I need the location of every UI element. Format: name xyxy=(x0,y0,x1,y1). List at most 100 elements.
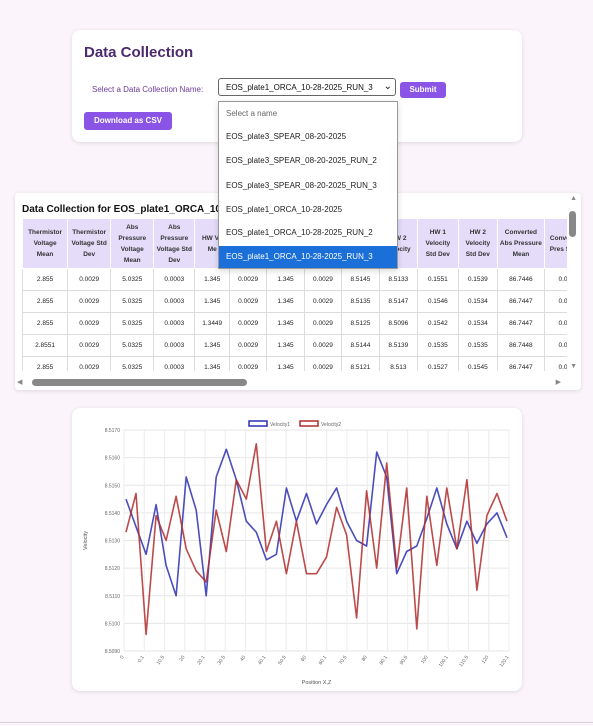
table-cell: 0.0029 xyxy=(304,356,342,371)
table-cell: 2.855 xyxy=(22,290,69,313)
dropdown-option[interactable]: EOS_plate3_SPEAR_08-20-2025_RUN_3 xyxy=(219,175,397,197)
select-value: EOS_plate1_ORCA_10-28-2025_RUN_3 xyxy=(226,83,373,92)
table-cell: 1.345 xyxy=(266,356,306,371)
table-cell: 5.0325 xyxy=(110,312,155,335)
table-cell: 0.1527 xyxy=(416,356,459,371)
download-csv-button[interactable]: Download as CSV xyxy=(84,112,172,130)
column-header: Abs Pressure Voltage Std Dev xyxy=(153,218,196,269)
table-row: 2.855 0.0029 5.0325 0.0003 1.345 0.0029 1.345 0… xyxy=(22,356,567,371)
column-header: Converted Abs Pressure Mean xyxy=(496,218,545,269)
table-cell: 0.0003 xyxy=(153,356,196,371)
dropdown-option[interactable]: Select a name xyxy=(219,103,397,125)
table-cell: 8.513 xyxy=(378,356,418,371)
table-cell: 2.8551 xyxy=(22,334,69,357)
dropdown-option[interactable]: EOS_plate3_SPEAR_08-20-2025 xyxy=(219,126,397,148)
x-tick-label: 20.1 xyxy=(196,655,207,667)
triangle-left-icon[interactable]: ◀ xyxy=(17,378,22,386)
table-cell: 0.0029 xyxy=(229,356,268,371)
table-cell: 0.0 xyxy=(543,312,567,335)
dropdown-option[interactable]: EOS_plate1_ORCA_10-28-2025 xyxy=(219,199,397,221)
table-cell: 8.5096 xyxy=(378,312,418,335)
table-cell: 0.0029 xyxy=(304,290,342,313)
table-cell: 1.345 xyxy=(194,268,231,291)
chart-card: 8.5090 8.5100 8.5110 8.5120 8.5130 8.5140 8.51… xyxy=(72,408,522,691)
y-tick-label: 8.5130 xyxy=(105,539,121,545)
table-cell: 0.0 xyxy=(543,290,567,313)
table-cell: 2.855 xyxy=(22,356,69,371)
x-tick-label: 100.1 xyxy=(438,655,450,669)
table-row: 2.855 0.0029 5.0325 0.0003 1.345 0.0029 1.345 0… xyxy=(22,290,567,313)
x-tick-label: 90.5 xyxy=(399,655,410,667)
x-tick-label: 40.1 xyxy=(257,655,268,667)
y-tick-label: 8.5140 xyxy=(105,511,121,517)
table-cell: 0.0029 xyxy=(67,334,112,357)
y-tick-label: 8.5170 xyxy=(105,428,121,434)
legend-label: Velocity2 xyxy=(321,422,341,428)
table-cell: 0.0029 xyxy=(304,312,342,335)
x-tick-label: 120 xyxy=(481,655,491,665)
table-cell: 0.0 xyxy=(543,356,567,371)
page-divider xyxy=(0,722,593,723)
x-tick-label: 20 xyxy=(178,655,186,663)
horizontal-scrollbar-thumb[interactable] xyxy=(32,379,247,386)
dropdown-option[interactable]: EOS_plate3_SPEAR_08-20-2025_RUN_2 xyxy=(219,150,397,172)
table-cell: 0.0 xyxy=(543,268,567,291)
select-label: Select a Data Collection Name: xyxy=(92,85,204,94)
table-cell: 86.7447 xyxy=(496,312,545,335)
column-header: HW 1 Velocity Std Dev xyxy=(416,218,459,269)
table-cell: 0.0029 xyxy=(229,334,268,357)
table-cell: 0.0029 xyxy=(67,268,112,291)
table-cell: 8.5139 xyxy=(378,334,418,357)
table-cell: 86.7446 xyxy=(496,268,545,291)
table-row: 2.855 0.0029 5.0325 0.0003 1.345 0.0029 1.345 0… xyxy=(22,268,567,291)
table-cell: 0.1535 xyxy=(457,334,498,357)
table-cell: 0.0029 xyxy=(229,290,268,313)
table-cell: 8.5121 xyxy=(340,356,380,371)
column-header: Abs Pressure Voltage Mean xyxy=(110,218,155,269)
page-title: Data Collection xyxy=(84,44,194,61)
legend-label: Velocity1 xyxy=(270,422,290,428)
x-tick-label: 0 xyxy=(119,655,126,661)
x-tick-label: 70.5 xyxy=(338,655,349,667)
triangle-right-icon[interactable]: ▶ xyxy=(556,378,561,386)
table-cell: 0.0029 xyxy=(229,312,268,335)
table-cell: 0.0029 xyxy=(67,312,112,335)
submit-button[interactable]: Submit xyxy=(400,82,446,98)
y-tick-label: 8.5090 xyxy=(105,649,121,655)
collection-select[interactable]: EOS_plate1_ORCA_10-28-2025_RUN_3 ⌄ xyxy=(218,78,396,96)
table-cell: 0.1551 xyxy=(416,268,459,291)
triangle-up-icon[interactable]: ▲ xyxy=(570,195,577,202)
x-tick-label: 100 xyxy=(420,655,430,665)
table-cell: 8.5125 xyxy=(340,312,380,335)
table-cell: 1.345 xyxy=(266,290,306,313)
series-line xyxy=(125,442,508,636)
vertical-scrollbar-thumb[interactable] xyxy=(569,211,576,237)
x-tick-label: 60.1 xyxy=(318,655,329,667)
x-tick-label: 50.5 xyxy=(277,655,288,667)
table-row: 2.8551 0.0029 5.0325 0.0003 1.345 0.0029 1.345… xyxy=(22,334,567,357)
dropdown-option-selected[interactable]: EOS_plate1_ORCA_10-28-2025_RUN_3 xyxy=(219,246,397,268)
triangle-down-icon[interactable]: ▼ xyxy=(570,363,577,370)
table-cell: 0.0029 xyxy=(304,334,342,357)
x-axis-label: Position X,Z xyxy=(302,680,332,686)
collection-dropdown-list[interactable]: Select a name EOS_plate3_SPEAR_08-20-202… xyxy=(218,101,398,269)
table-cell: 2.855 xyxy=(22,312,69,335)
table-cell: 8.5135 xyxy=(340,290,380,313)
y-tick-label: 8.5160 xyxy=(105,456,121,462)
table-cell: 0.1535 xyxy=(416,334,459,357)
table-cell: 0.0 xyxy=(543,334,567,357)
table-cell: 0.0029 xyxy=(67,290,112,313)
y-tick-label: 8.5120 xyxy=(105,566,121,572)
table-cell: 1.345 xyxy=(194,356,231,371)
table-cell: 8.5147 xyxy=(378,290,418,313)
y-tick-label: 8.5110 xyxy=(105,594,120,600)
dropdown-option[interactable]: EOS_plate1_ORCA_10-28-2025_RUN_2 xyxy=(219,222,397,244)
y-tick-label: 8.5150 xyxy=(105,483,121,489)
column-header: Conve A Pres Std xyxy=(543,218,567,269)
table-cell: 0.1539 xyxy=(457,268,498,291)
y-axis-label: Velocity xyxy=(83,531,89,550)
table-cell: 86.7448 xyxy=(496,334,545,357)
chevron-down-icon: ⌄ xyxy=(383,81,392,92)
legend-swatch xyxy=(299,420,319,427)
table-cell: 1.345 xyxy=(266,312,306,335)
